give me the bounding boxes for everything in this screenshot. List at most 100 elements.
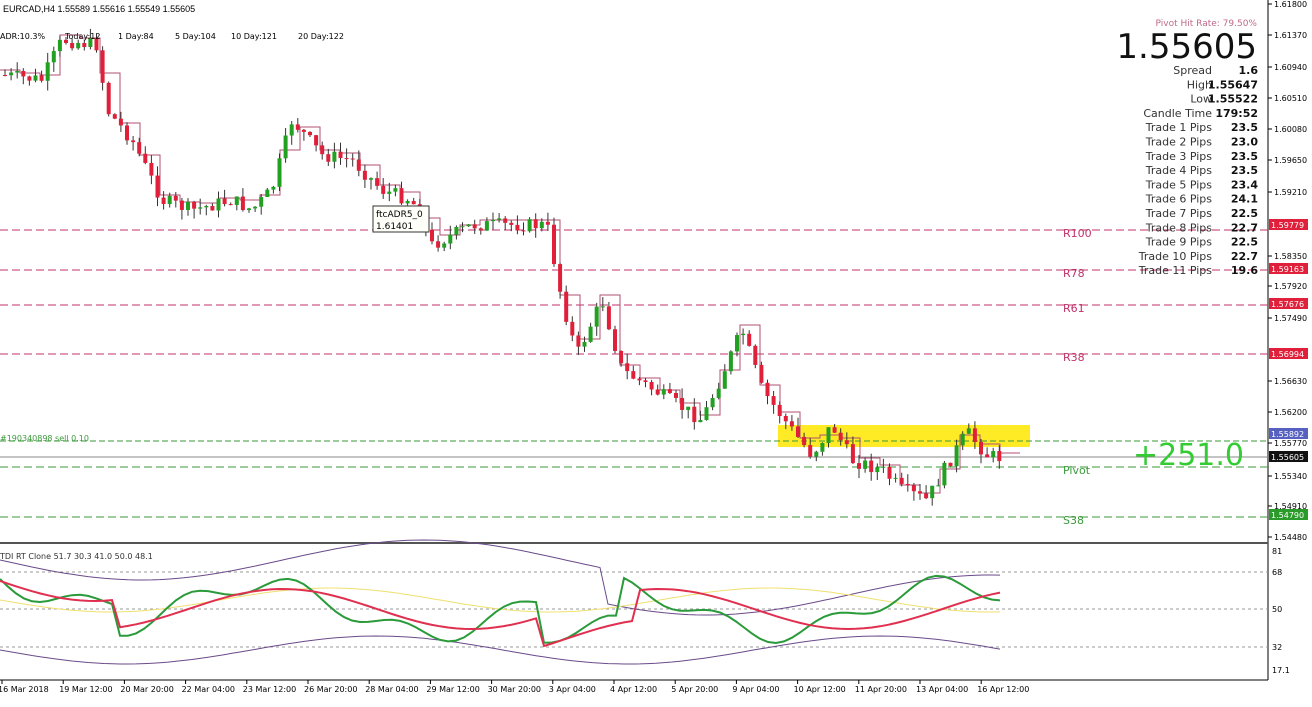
day10-label: 10 Day:121 [231, 32, 277, 41]
trading-chart[interactable]: R100 R78 R61 R38 Pivot S38 EURCAD,H4 1.55589 … [0, 0, 1312, 707]
candle-body [875, 467, 880, 473]
candle-body [100, 50, 105, 83]
candle-body [253, 206, 258, 209]
candle-body [216, 198, 221, 211]
info-row-value: 23.5 [1231, 121, 1258, 134]
candle-body [954, 445, 959, 467]
candle-body [972, 428, 977, 442]
candle-body [283, 135, 288, 159]
candle-body [783, 416, 788, 422]
info-row-label: Candle Time [1143, 107, 1212, 120]
candle-body [9, 72, 14, 76]
info-row-value: 179:52 [1215, 107, 1258, 120]
price-axis-label: 1.57920 [1274, 282, 1307, 291]
candle-body [491, 219, 495, 222]
candle-body [765, 382, 770, 397]
candle-body [21, 70, 26, 77]
candle-body [15, 70, 20, 73]
candle-body [722, 371, 727, 389]
info-row-label: Trade 6 Pips [1145, 193, 1213, 206]
candle-body [887, 466, 892, 479]
price-axis-label: 1.54480 [1274, 533, 1307, 542]
candle-body [545, 221, 550, 225]
candle-body [564, 291, 569, 322]
candle-body [143, 153, 148, 163]
level-label-r61: R61 [1063, 302, 1085, 315]
info-row-label: Trade 10 Pips [1138, 250, 1213, 263]
candle-body [661, 389, 666, 395]
candle-body [771, 396, 776, 405]
candle-body [289, 124, 294, 136]
time-axis-label: 13 Apr 04:00 [916, 685, 968, 694]
candle-body [338, 151, 343, 159]
candle-body [643, 380, 648, 383]
candle-body [70, 42, 75, 49]
candle-body [948, 462, 953, 467]
candle-body [277, 158, 282, 187]
candle-body [436, 241, 441, 248]
time-axis-label: 28 Mar 04:00 [365, 685, 418, 694]
info-row-label: Trade 1 Pips [1145, 121, 1213, 134]
candle-body [204, 205, 209, 208]
info-row-value: 23.0 [1231, 136, 1258, 149]
order-label[interactable]: #190340898 sell 0.10 [0, 434, 89, 443]
info-row-value: 23.5 [1231, 150, 1258, 163]
info-row-label: Trade 9 Pips [1145, 236, 1213, 249]
candle-body [308, 131, 312, 136]
time-axis-label: 29 Mar 12:00 [426, 685, 479, 694]
time-axis[interactable]: 16 Mar 2018 19 Mar 12:00 20 Mar 20:00 22 Ma… [0, 680, 1029, 694]
candle-body [82, 42, 87, 48]
candle-body [393, 188, 398, 192]
candle-body [131, 140, 136, 143]
candle-body [893, 477, 898, 479]
candle-body [192, 201, 197, 209]
info-row-label: Trade 11 Pips [1138, 264, 1213, 277]
candle-body [808, 445, 813, 457]
price-axis-label: 1.61800 [1274, 0, 1307, 9]
current-price-tag: 1.55605 [1271, 453, 1304, 462]
time-axis-label: 19 Mar 12:00 [59, 685, 112, 694]
info-row-label: Spread [1173, 64, 1212, 77]
candle-body [539, 221, 544, 229]
candle-body [979, 441, 983, 455]
info-row-value: 22.7 [1231, 250, 1258, 263]
candle-body [649, 382, 654, 390]
candle-body [582, 341, 587, 347]
time-axis-label: 10 Apr 12:00 [794, 685, 846, 694]
candle-body [844, 440, 849, 445]
time-axis-label: 4 Apr 12:00 [610, 685, 657, 694]
candle-body [942, 462, 947, 486]
candle-body [472, 224, 477, 229]
candle-body [259, 197, 264, 207]
candle-body [515, 224, 520, 231]
candle-body [905, 483, 910, 486]
indicator-axis-label: 17.1 [1272, 666, 1290, 675]
today-label: Today:12 [64, 32, 100, 41]
candle-body [125, 125, 129, 141]
time-axis-label: 3 Apr 04:00 [549, 685, 596, 694]
candle-body [375, 178, 380, 186]
time-axis-label: 22 Mar 04:00 [182, 685, 235, 694]
candle-body [899, 477, 904, 484]
candle-body [320, 145, 325, 155]
candle-body [3, 75, 7, 76]
info-row-label: Trade 2 Pips [1145, 136, 1213, 149]
candle-body [265, 189, 270, 198]
info-row-value: 22.7 [1231, 221, 1258, 234]
candle-body [588, 326, 593, 342]
candle-body [741, 333, 746, 336]
candle-body [997, 451, 1002, 462]
price-axis-label: 1.56200 [1274, 408, 1307, 417]
price-axis-label: 1.60510 [1274, 94, 1307, 103]
candle-body [442, 243, 447, 248]
candle-body [112, 114, 117, 119]
candle-body [698, 419, 703, 423]
candle-body [869, 460, 874, 473]
candle-body [106, 82, 111, 115]
price-axis-label: 1.56630 [1274, 377, 1307, 386]
info-row-label: Trade 7 Pips [1145, 207, 1213, 220]
candle-body [210, 205, 215, 211]
indicator-axis-label: 50 [1272, 605, 1282, 614]
candle-body [710, 397, 715, 408]
info-row-value: 22.5 [1231, 207, 1258, 220]
